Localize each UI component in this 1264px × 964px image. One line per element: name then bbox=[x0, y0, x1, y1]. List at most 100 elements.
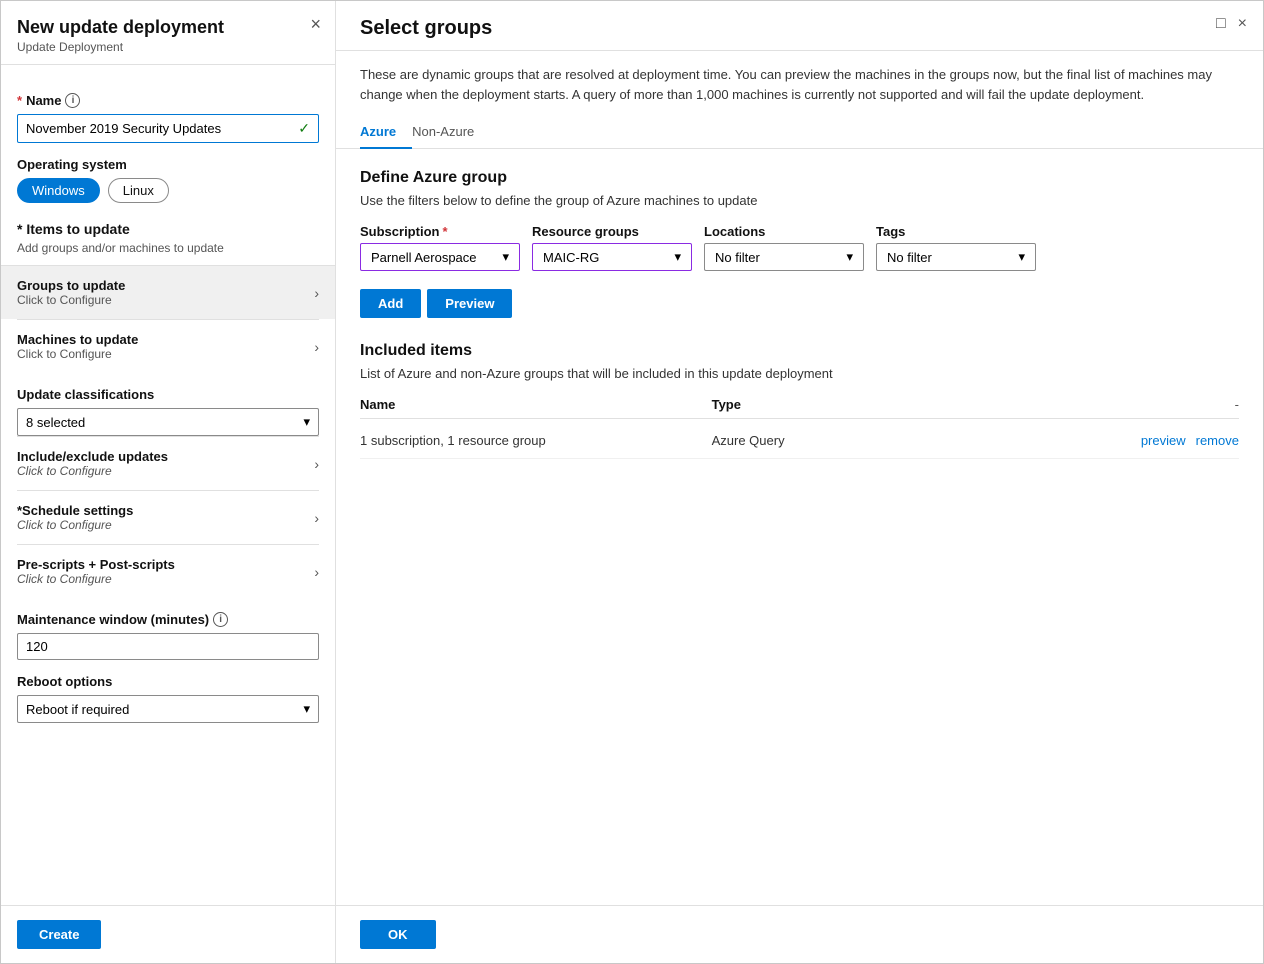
tags-label: Tags bbox=[876, 224, 1036, 239]
items-section-title: * Items to update bbox=[17, 221, 319, 237]
schedule-content: *Schedule settings Click to Configure bbox=[17, 503, 133, 532]
items-section-subtitle: Add groups and/or machines to update bbox=[17, 241, 319, 255]
name-checkmark: ✓ bbox=[298, 120, 310, 137]
table-row: 1 subscription, 1 resource group Azure Q… bbox=[360, 423, 1239, 459]
th-type: Type bbox=[712, 397, 1064, 412]
locations-label: Locations bbox=[704, 224, 864, 239]
include-exclude-sub: Click to Configure bbox=[17, 464, 168, 478]
subscription-filter: Subscription * Parnell Aerospace ▾ bbox=[360, 224, 520, 271]
maintenance-input[interactable] bbox=[26, 639, 310, 654]
right-close-button[interactable]: × bbox=[1238, 15, 1247, 33]
locations-chevron-icon: ▾ bbox=[846, 249, 853, 265]
subscription-label: Subscription * bbox=[360, 224, 520, 239]
tags-select[interactable]: No filter ▾ bbox=[876, 243, 1036, 271]
left-body: * Name i ✓ Operating system Windows Linu… bbox=[1, 65, 335, 905]
create-button[interactable]: Create bbox=[17, 920, 101, 949]
row-name: 1 subscription, 1 resource group bbox=[360, 433, 712, 448]
locations-select[interactable]: No filter ▾ bbox=[704, 243, 864, 271]
define-group-desc: Use the filters below to define the grou… bbox=[360, 193, 1239, 208]
include-exclude-item[interactable]: Include/exclude updates Click to Configu… bbox=[17, 436, 319, 490]
name-input-wrapper: ✓ bbox=[17, 114, 319, 143]
row-actions: preview remove bbox=[1063, 433, 1239, 448]
right-description: These are dynamic groups that are resolv… bbox=[336, 51, 1263, 104]
resource-groups-value: MAIC-RG bbox=[543, 250, 599, 265]
name-field-section: * Name i ✓ bbox=[17, 93, 319, 143]
left-footer: Create bbox=[1, 905, 335, 963]
schedule-title: *Schedule settings bbox=[17, 503, 133, 518]
machines-chevron-icon: › bbox=[314, 339, 319, 355]
row-type: Azure Query bbox=[712, 433, 1064, 448]
groups-item-content: Groups to update Click to Configure bbox=[17, 278, 125, 307]
subscription-value: Parnell Aerospace bbox=[371, 250, 477, 265]
reboot-dropdown[interactable]: Reboot if required ▾ bbox=[17, 695, 319, 723]
pre-post-title: Pre-scripts + Post-scripts bbox=[17, 557, 175, 572]
tab-azure[interactable]: Azure bbox=[360, 116, 412, 149]
maintenance-info-icon[interactable]: i bbox=[213, 612, 228, 627]
right-footer: OK bbox=[336, 905, 1263, 963]
tabs-row: Azure Non-Azure bbox=[336, 116, 1263, 149]
groups-item-sub: Click to Configure bbox=[17, 293, 125, 307]
include-exclude-content: Include/exclude updates Click to Configu… bbox=[17, 449, 168, 478]
os-field-label: Operating system bbox=[17, 157, 319, 172]
schedule-chevron-icon: › bbox=[314, 510, 319, 526]
row-remove-button[interactable]: remove bbox=[1196, 433, 1239, 448]
groups-item-title: Groups to update bbox=[17, 278, 125, 293]
tags-value: No filter bbox=[887, 250, 932, 265]
left-panel-title: New update deployment bbox=[17, 17, 319, 38]
name-required-star: * bbox=[17, 93, 22, 108]
left-panel: New update deployment Update Deployment … bbox=[1, 1, 336, 963]
modal-container: New update deployment Update Deployment … bbox=[0, 0, 1264, 964]
os-toggle: Windows Linux bbox=[17, 178, 319, 203]
ok-button[interactable]: OK bbox=[360, 920, 436, 949]
subscription-label-text: Subscription bbox=[360, 224, 439, 239]
subscription-select[interactable]: Parnell Aerospace ▾ bbox=[360, 243, 520, 271]
pre-post-sub: Click to Configure bbox=[17, 572, 175, 586]
classifications-value: 8 selected bbox=[26, 415, 85, 430]
included-heading: Included items bbox=[360, 342, 1239, 360]
os-linux-button[interactable]: Linux bbox=[108, 178, 169, 203]
add-button[interactable]: Add bbox=[360, 289, 421, 318]
maintenance-label: Maintenance window (minutes) i bbox=[17, 612, 319, 627]
maximize-button[interactable]: □ bbox=[1216, 15, 1226, 33]
pre-post-chevron-icon: › bbox=[314, 564, 319, 580]
included-items-section: Included items List of Azure and non-Azu… bbox=[360, 342, 1239, 459]
subscription-required-star: * bbox=[442, 224, 447, 239]
pre-post-scripts-item[interactable]: Pre-scripts + Post-scripts Click to Conf… bbox=[17, 544, 319, 598]
tab-non-azure[interactable]: Non-Azure bbox=[412, 116, 490, 149]
maintenance-input-wrapper bbox=[17, 633, 319, 660]
included-desc: List of Azure and non-Azure groups that … bbox=[360, 366, 1239, 381]
right-panel-title: Select groups bbox=[360, 17, 1239, 40]
row-preview-button[interactable]: preview bbox=[1141, 433, 1186, 448]
name-info-icon[interactable]: i bbox=[65, 93, 80, 108]
machines-item-title: Machines to update bbox=[17, 332, 138, 347]
resource-groups-select[interactable]: MAIC-RG ▾ bbox=[532, 243, 692, 271]
left-close-button[interactable]: × bbox=[310, 15, 321, 33]
locations-filter: Locations No filter ▾ bbox=[704, 224, 864, 271]
maintenance-label-text: Maintenance window (minutes) bbox=[17, 612, 209, 627]
schedule-settings-item[interactable]: *Schedule settings Click to Configure › bbox=[17, 490, 319, 544]
classifications-chevron-icon: ▾ bbox=[303, 414, 310, 430]
left-header: New update deployment Update Deployment … bbox=[1, 1, 335, 65]
locations-value: No filter bbox=[715, 250, 760, 265]
resource-groups-chevron-icon: ▾ bbox=[674, 249, 681, 265]
machines-to-update-item[interactable]: Machines to update Click to Configure › bbox=[17, 319, 319, 373]
action-row: Add Preview bbox=[360, 289, 1239, 318]
table-header-row: Name Type - bbox=[360, 397, 1239, 419]
name-input[interactable] bbox=[26, 121, 298, 136]
right-header: Select groups □ × bbox=[336, 1, 1263, 51]
right-panel: Select groups □ × These are dynamic grou… bbox=[336, 1, 1263, 963]
os-field-section: Operating system Windows Linux bbox=[17, 157, 319, 203]
resource-groups-filter: Resource groups MAIC-RG ▾ bbox=[532, 224, 692, 271]
os-windows-button[interactable]: Windows bbox=[17, 178, 100, 203]
groups-to-update-item[interactable]: Groups to update Click to Configure › bbox=[1, 265, 335, 319]
name-field-label: * Name i bbox=[17, 93, 319, 108]
reboot-label: Reboot options bbox=[17, 674, 319, 689]
preview-button[interactable]: Preview bbox=[427, 289, 512, 318]
define-group-heading: Define Azure group bbox=[360, 169, 1239, 187]
pre-post-content: Pre-scripts + Post-scripts Click to Conf… bbox=[17, 557, 175, 586]
classifications-dropdown[interactable]: 8 selected ▾ bbox=[17, 408, 319, 436]
tags-chevron-icon: ▾ bbox=[1018, 249, 1025, 265]
resource-groups-label: Resource groups bbox=[532, 224, 692, 239]
left-panel-subtitle: Update Deployment bbox=[17, 40, 319, 54]
schedule-sub: Click to Configure bbox=[17, 518, 133, 532]
